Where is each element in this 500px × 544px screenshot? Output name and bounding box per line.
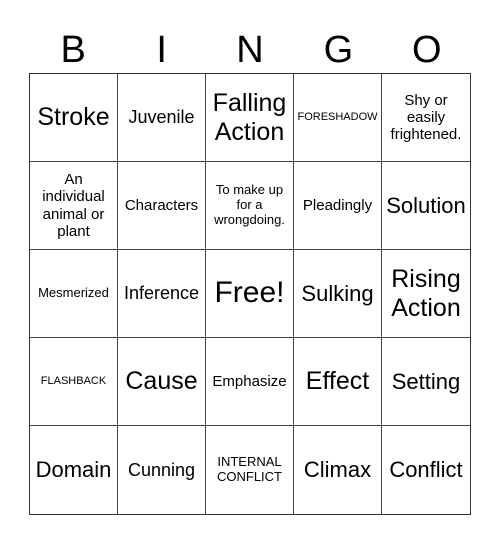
bingo-cell[interactable]: Inference [118,250,206,338]
bingo-cell[interactable]: Cause [118,338,206,426]
bingo-cell[interactable]: Sulking [294,250,382,338]
bingo-cell[interactable]: Effect [294,338,382,426]
bingo-cell[interactable]: Emphasize [206,338,294,426]
bingo-cell[interactable]: Solution [382,162,470,250]
bingo-cell[interactable]: Rising Action [382,250,470,338]
bingo-board: Stroke Juvenile Falling Action FORESHADO… [29,73,471,515]
bingo-cell[interactable]: Conflict [382,426,470,514]
bingo-cell[interactable]: Pleadingly [294,162,382,250]
bingo-cell[interactable]: Climax [294,426,382,514]
bingo-cell[interactable]: Cunning [118,426,206,514]
bingo-header: B I N G O [29,26,471,74]
bingo-cell[interactable]: Falling Action [206,74,294,162]
bingo-cell[interactable]: FORESHADOW [294,74,382,162]
header-letter-n: N [236,29,264,71]
bingo-cell[interactable]: Juvenile [118,74,206,162]
header-letter-i: I [156,29,167,71]
header-letter-g: G [323,29,354,71]
header-letter-o: O [412,29,442,71]
bingo-cell[interactable]: To make up for a wrongdoing. [206,162,294,250]
bingo-cell[interactable]: Mesmerized [30,250,118,338]
bingo-cell[interactable]: Stroke [30,74,118,162]
bingo-cell[interactable]: INTERNAL CONFLICT [206,426,294,514]
bingo-cell[interactable]: Setting [382,338,470,426]
header-letter-b: B [60,29,86,71]
bingo-cell[interactable]: Domain [30,426,118,514]
bingo-cell[interactable]: An individual animal or plant [30,162,118,250]
bingo-cell[interactable]: FLASHBACK [30,338,118,426]
free-space-cell[interactable]: Free! [206,250,294,338]
bingo-cell[interactable]: Characters [118,162,206,250]
bingo-cell[interactable]: Shy or easily frightened. [382,74,470,162]
